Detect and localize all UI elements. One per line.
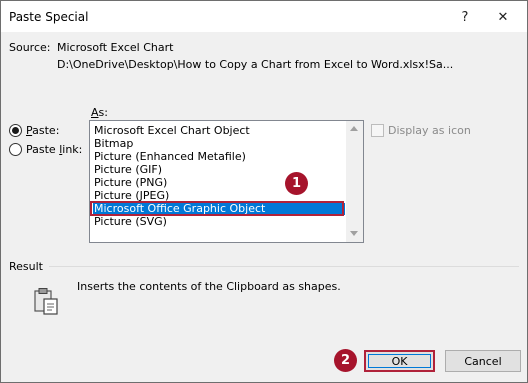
ok-button-label: OK <box>391 354 408 368</box>
paste-link-radio-label[interactable]: Paste link: <box>26 143 82 156</box>
list-item[interactable]: Picture (GIF) <box>93 164 162 176</box>
list-item[interactable]: Picture (PNG) <box>93 177 167 189</box>
cancel-button-label: Cancel <box>464 354 502 368</box>
paste-special-dialog: Paste Special ? ✕ Source: Microsoft Exce… <box>0 0 528 383</box>
clipboard-icon <box>34 288 58 315</box>
annotation-badge-2: 2 <box>334 349 357 372</box>
source-label: Source: <box>9 41 51 54</box>
list-item[interactable]: Picture (Enhanced Metafile) <box>93 151 246 163</box>
list-item[interactable]: Bitmap <box>93 138 133 150</box>
display-as-icon-checkbox[interactable] <box>371 124 384 137</box>
result-divider <box>49 266 519 267</box>
as-label: As: <box>91 106 108 119</box>
format-listbox[interactable]: Microsoft Excel Chart Object Bitmap Pict… <box>89 120 364 243</box>
cancel-button[interactable]: Cancel <box>445 350 521 372</box>
source-name: Microsoft Excel Chart <box>57 41 174 54</box>
result-description: Inserts the contents of the Clipboard as… <box>77 280 341 293</box>
listbox-scrollbar[interactable] <box>346 121 363 242</box>
dialog-title: Paste Special <box>9 10 89 24</box>
selection-highlight-outline <box>90 201 344 216</box>
close-icon: ✕ <box>497 9 509 25</box>
annotation-badge-1: 1 <box>285 172 308 195</box>
title-bar: Paste Special ? ✕ <box>1 1 527 32</box>
display-as-icon-label: Display as icon <box>388 124 471 137</box>
paste-link-radio-button[interactable] <box>9 143 22 156</box>
scroll-down-icon[interactable] <box>350 231 358 236</box>
scroll-up-icon[interactable] <box>350 126 358 131</box>
help-button[interactable]: ? <box>447 5 483 29</box>
paste-radio-button[interactable] <box>9 124 22 137</box>
source-path: D:\OneDrive\Desktop\How to Copy a Chart … <box>57 58 454 71</box>
list-item[interactable]: Picture (SVG) <box>93 216 167 228</box>
ok-button[interactable]: OK <box>364 350 435 372</box>
help-icon: ? <box>461 9 469 25</box>
result-label: Result <box>9 260 43 273</box>
close-button[interactable]: ✕ <box>485 5 521 29</box>
list-item[interactable]: Microsoft Excel Chart Object <box>93 125 250 137</box>
paste-radio-label[interactable]: Paste: <box>26 124 59 137</box>
